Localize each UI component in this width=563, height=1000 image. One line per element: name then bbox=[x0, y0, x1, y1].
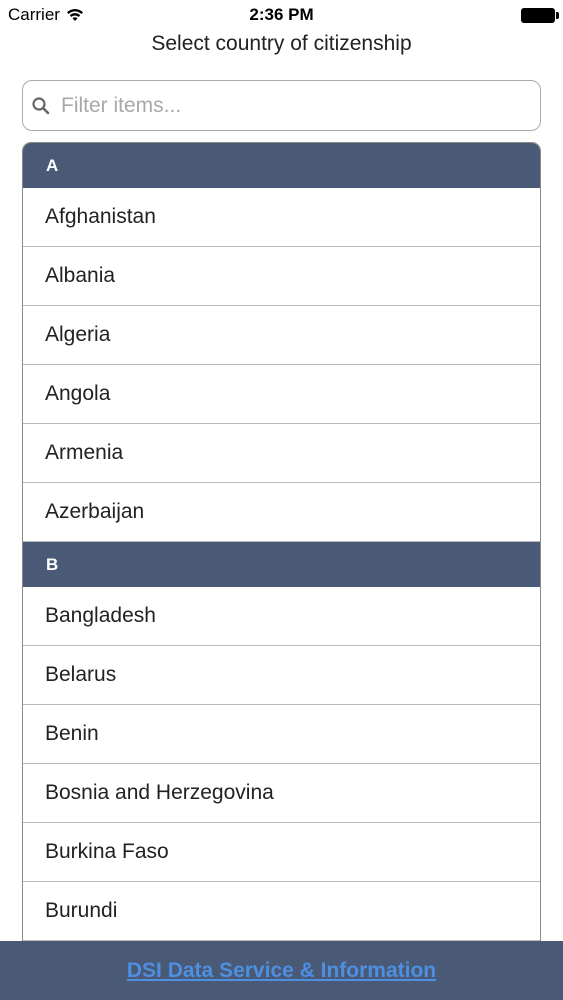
list-item[interactable]: Angola bbox=[23, 365, 540, 424]
country-list: A Afghanistan Albania Algeria Angola Armenia A… bbox=[22, 142, 541, 942]
list-item[interactable]: Benin bbox=[23, 705, 540, 764]
status-time: 2:36 PM bbox=[249, 5, 314, 24]
section-header: A bbox=[23, 143, 540, 188]
footer-bar: DSI Data Service & Information bbox=[0, 941, 563, 1000]
list-item[interactable]: Bangladesh bbox=[23, 587, 540, 646]
search-box[interactable] bbox=[22, 80, 541, 131]
footer-link[interactable]: DSI Data Service & Information bbox=[127, 959, 436, 983]
list-item[interactable]: Belarus bbox=[23, 646, 540, 705]
list-item[interactable]: Armenia bbox=[23, 424, 540, 483]
section-a: A Afghanistan Albania Algeria Angola Armenia A… bbox=[23, 143, 540, 542]
list-item[interactable]: Burundi bbox=[23, 882, 540, 941]
list-item[interactable]: Bosnia and Herzegovina bbox=[23, 764, 540, 823]
screen: Carrier 2:36 PM Select country of citize… bbox=[0, 0, 563, 1000]
battery-icon bbox=[521, 8, 559, 23]
list-item[interactable]: Azerbaijan bbox=[23, 483, 540, 542]
section-b: B Bangladesh Belarus Benin Bosnia and Herzeg… bbox=[23, 542, 540, 941]
status-bar: Carrier 2:36 PM bbox=[0, 0, 563, 30]
search-icon bbox=[32, 96, 50, 114]
page-title: Select country of citizenship bbox=[151, 32, 412, 55]
list-item[interactable]: Afghanistan bbox=[23, 188, 540, 247]
search-input[interactable] bbox=[61, 93, 540, 118]
section-header: B bbox=[23, 542, 540, 587]
list-item[interactable]: Albania bbox=[23, 247, 540, 306]
list-item[interactable]: Burkina Faso bbox=[23, 823, 540, 882]
list-item[interactable]: Algeria bbox=[23, 306, 540, 365]
